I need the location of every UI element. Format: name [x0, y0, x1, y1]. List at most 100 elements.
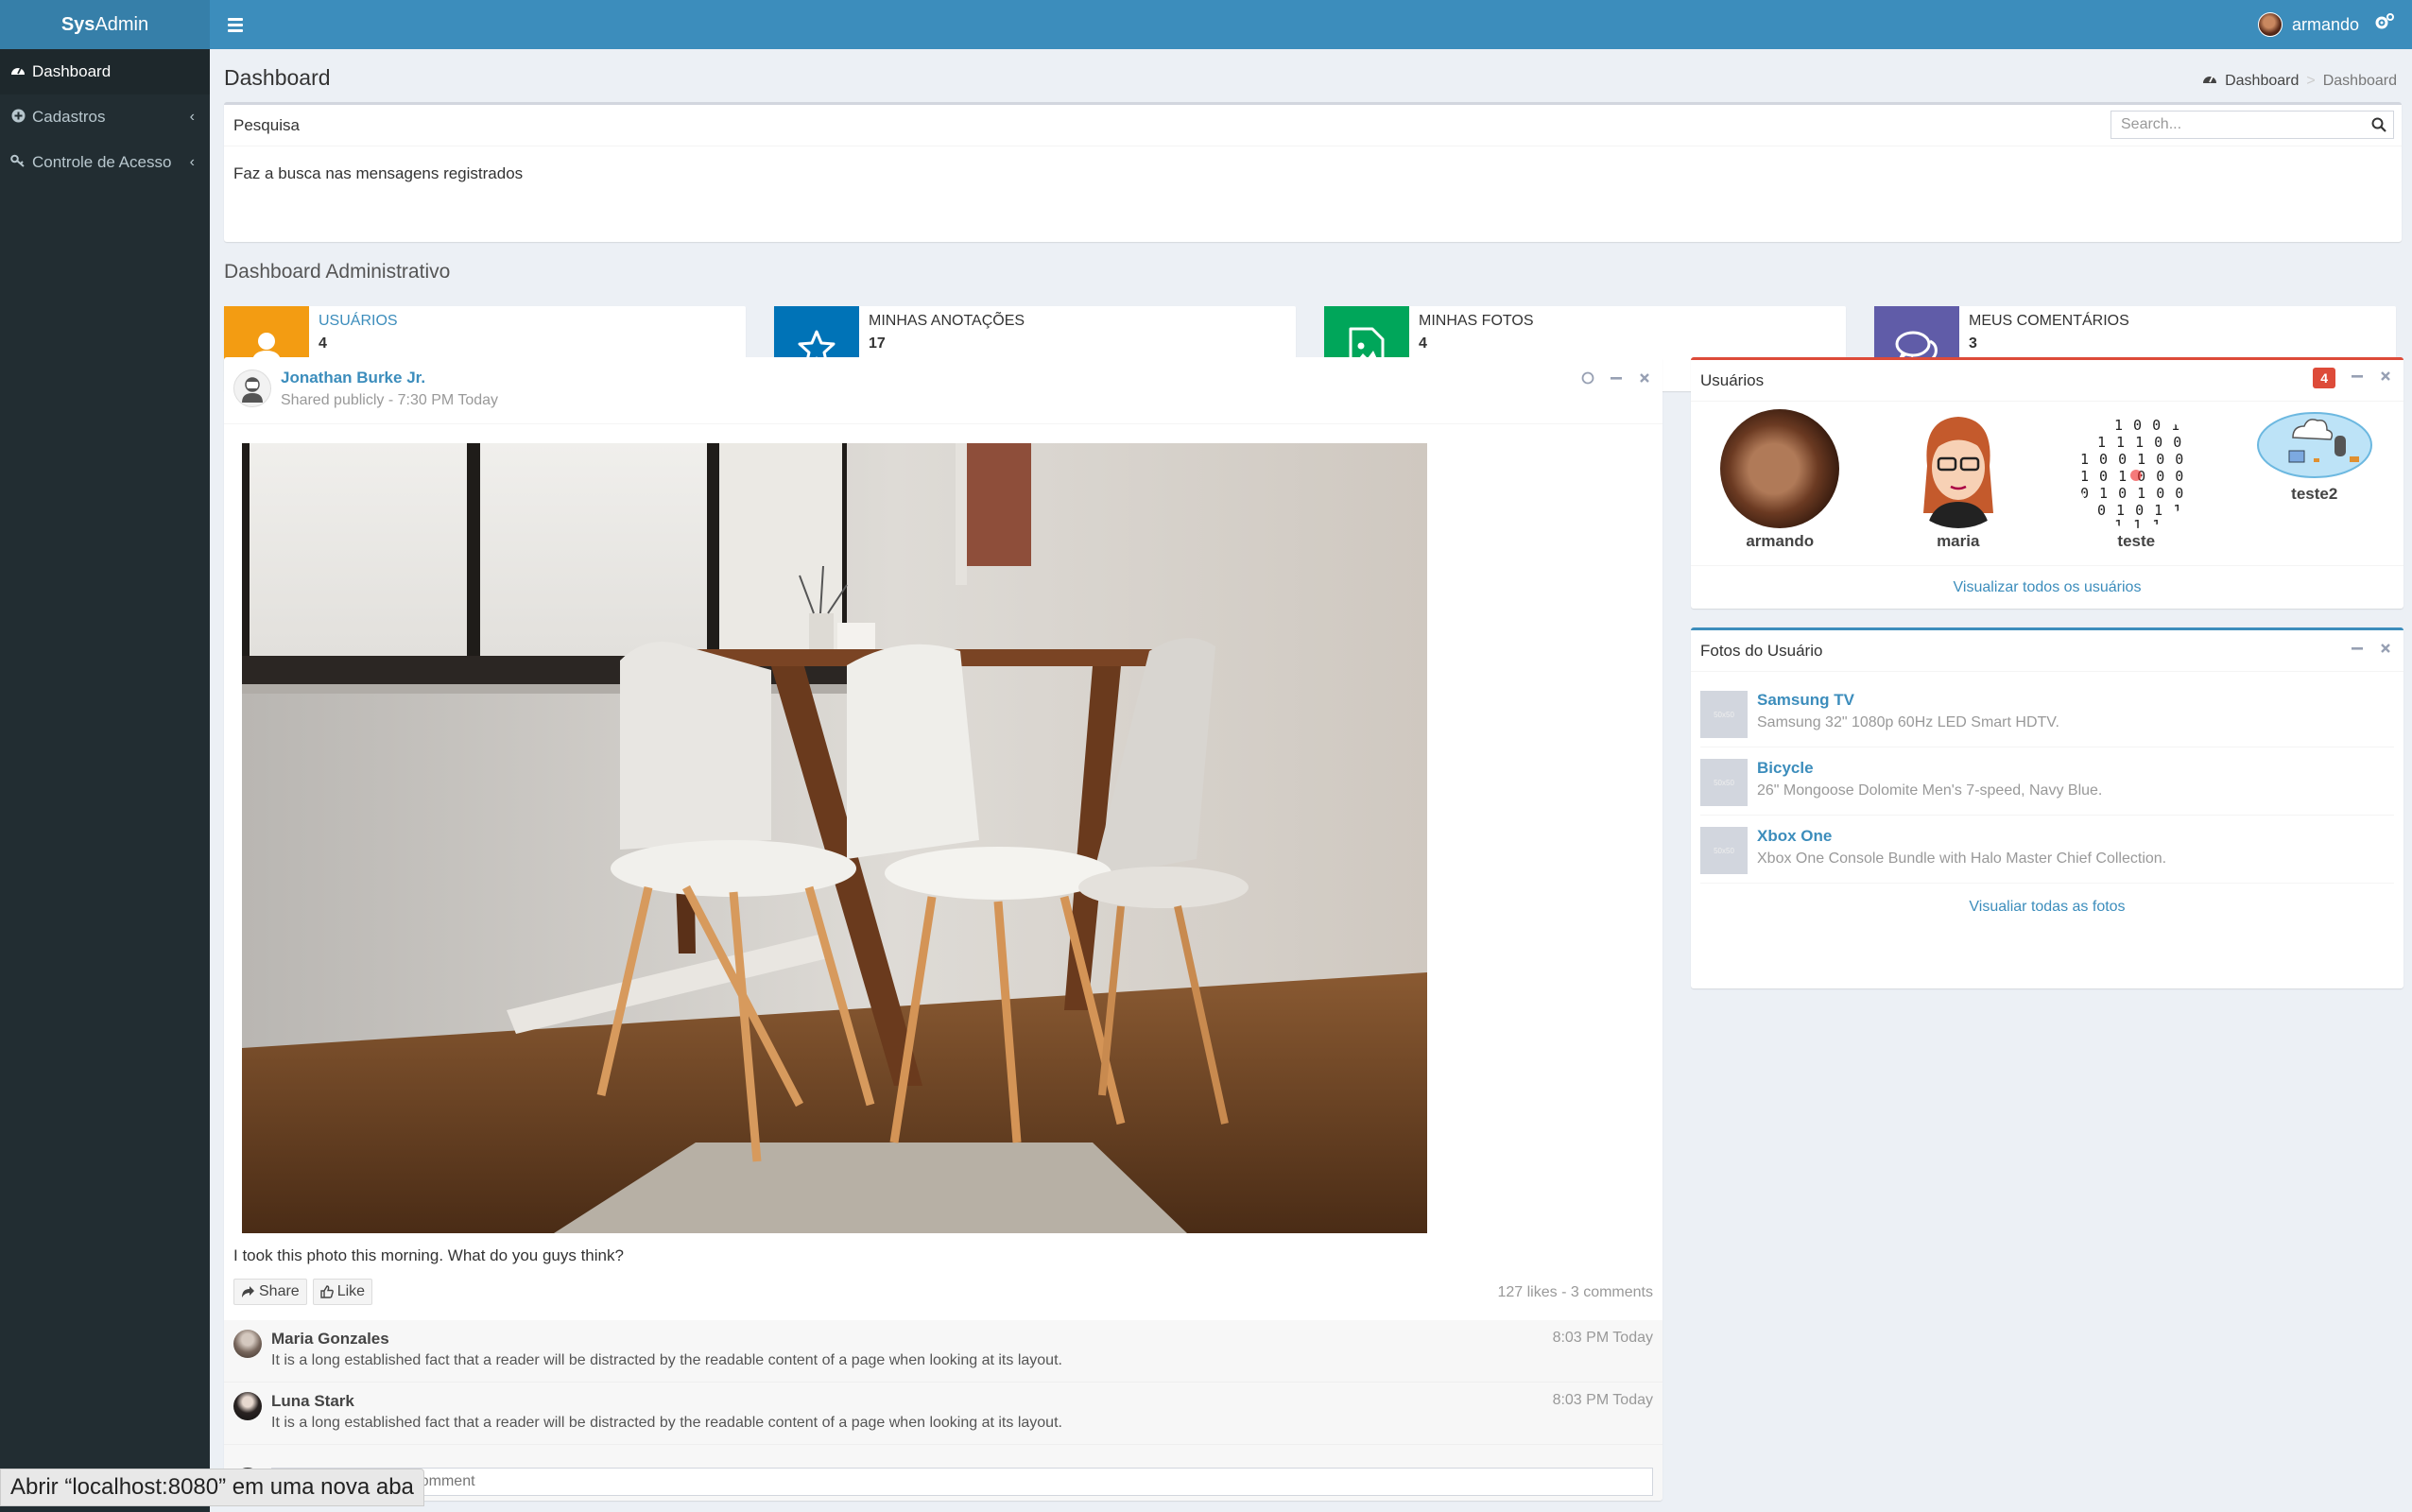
- users-box-title: Usuários: [1700, 370, 1765, 389]
- view-all-users-link[interactable]: Visualizar todos os usuários: [1691, 566, 2403, 596]
- view-all-photos-link[interactable]: Visualiar todas as fotos: [1691, 884, 2403, 916]
- user-card[interactable]: teste2: [2226, 402, 2404, 565]
- mark-read-icon[interactable]: [1581, 371, 1594, 389]
- share-label: Share: [259, 1283, 300, 1299]
- search-icon[interactable]: [2365, 112, 2393, 138]
- comment-input[interactable]: [271, 1468, 1653, 1496]
- logo[interactable]: Sys Admin: [0, 0, 210, 49]
- product-description: Samsung 32" 1080p 60Hz LED Smart HDTV.: [1757, 714, 2059, 730]
- logo-rest: Admin: [95, 13, 149, 35]
- chevron-left-icon: ‹: [189, 154, 195, 170]
- info-box-label[interactable]: USUÁRIOS: [319, 312, 398, 330]
- post-text: I took this photo this morning. What do …: [233, 1246, 624, 1264]
- search-box-title: Pesquisa: [233, 115, 300, 134]
- like-button[interactable]: Like: [312, 1279, 373, 1305]
- search-description: Faz a busca nas mensagens registrados: [233, 164, 524, 182]
- list-item: 50x50 Bicycle 26" Mongoose Dolomite Men'…: [1700, 747, 2394, 816]
- top-navbar: armando: [210, 0, 2412, 49]
- gears-icon[interactable]: [2374, 12, 2395, 37]
- thumbs-up-icon: [320, 1285, 334, 1298]
- post-box: Jonathan Burke Jr. Shared publicly - 7:3…: [224, 357, 1663, 1501]
- user-card[interactable]: maria: [1869, 402, 2048, 565]
- sidebar-item-label: Cadastros: [32, 108, 106, 126]
- users-box-tools: 4: [2313, 368, 2392, 388]
- minimize-icon[interactable]: [2351, 642, 2364, 660]
- sidebar-item-label: Controle de Acesso: [32, 153, 172, 171]
- image-placeholder-icon: 50x50: [1700, 691, 1748, 738]
- sidebar: Dashboard Cadastros ‹ Controle de Acesso…: [0, 49, 210, 1512]
- post-header: Jonathan Burke Jr. Shared publicly - 7:3…: [224, 360, 1663, 424]
- product-description: 26" Mongoose Dolomite Men's 7-speed, Nav…: [1757, 782, 2103, 799]
- photos-box-tools: [2351, 642, 2392, 660]
- close-icon[interactable]: [2379, 642, 2392, 660]
- comment-time: 8:03 PM Today: [1552, 1392, 1653, 1408]
- info-box-label: MEUS COMENTÁRIOS: [1969, 313, 2129, 329]
- breadcrumb-link[interactable]: Dashboard: [2225, 73, 2299, 90]
- share-button[interactable]: Share: [233, 1279, 307, 1305]
- avatar: [2257, 12, 2283, 37]
- comments-list: Maria Gonzales 8:03 PM Today It is a lon…: [224, 1320, 1663, 1501]
- menu-toggle-icon[interactable]: [223, 12, 248, 38]
- product-title[interactable]: Samsung TV: [1757, 691, 1854, 710]
- user-menu[interactable]: armando: [2257, 12, 2359, 37]
- search-box: Pesquisa Faz a busca nas mensagens regis…: [224, 102, 2402, 242]
- post-photo: [242, 443, 1427, 1233]
- content-wrapper: Dashboard Dashboard > Dashboard Pesquisa…: [210, 49, 2412, 1512]
- avatar: [1720, 409, 1840, 528]
- list-item: 50x50 Samsung TV Samsung 32" 1080p 60Hz …: [1700, 679, 2394, 747]
- comment-text: It is a long established fact that a rea…: [271, 1352, 1062, 1368]
- user-name: teste: [2117, 532, 2156, 550]
- product-title[interactable]: Xbox One: [1757, 827, 1832, 846]
- breadcrumb: Dashboard > Dashboard: [2202, 72, 2397, 90]
- post-meta: Shared publicly - 7:30 PM Today: [281, 392, 499, 408]
- sidebar-item-label: Dashboard: [32, 62, 112, 80]
- section-title: Dashboard Administrativo: [224, 261, 451, 283]
- dashboard-icon: [9, 63, 26, 80]
- close-icon[interactable]: [1638, 371, 1651, 389]
- info-box-number: 3: [1969, 335, 1977, 352]
- photos-box: Fotos do Usuário 50x50 Samsung TV Samsun…: [1691, 627, 2403, 988]
- avatar: [233, 1330, 262, 1358]
- share-icon: [242, 1285, 254, 1297]
- minimize-icon[interactable]: [1610, 371, 1623, 389]
- product-description: Xbox One Console Bundle with Halo Master…: [1757, 850, 2167, 867]
- info-box-label: MINHAS FOTOS: [1419, 313, 1534, 329]
- comment: Maria Gonzales 8:03 PM Today It is a lon…: [224, 1320, 1663, 1383]
- search-input[interactable]: [2111, 112, 2365, 138]
- chevron-left-icon: ‹: [189, 109, 195, 125]
- list-item: 50x50 Xbox One Xbox One Console Bundle w…: [1700, 816, 2394, 884]
- info-box-label: MINHAS ANOTAÇÕES: [869, 313, 1025, 329]
- sidebar-item-controle-de-acesso[interactable]: Controle de Acesso ‹: [0, 140, 210, 185]
- key-icon: [9, 154, 26, 171]
- avatar: [2255, 409, 2374, 481]
- user-card[interactable]: armando: [1691, 402, 1869, 565]
- close-icon[interactable]: [2379, 369, 2392, 387]
- user-name: armando: [1746, 532, 1815, 550]
- avatar: 1 0 0 1 11 1 1 0 0 1 01 0 0 1 0 0 1 1 11…: [2076, 409, 2197, 528]
- info-box-number: 4: [319, 335, 327, 352]
- product-list: 50x50 Samsung TV Samsung 32" 1080p 60Hz …: [1691, 672, 2403, 884]
- comment-time: 8:03 PM Today: [1552, 1330, 1653, 1346]
- breadcrumb-current: Dashboard: [2322, 72, 2397, 89]
- product-title[interactable]: Bicycle: [1757, 759, 1814, 778]
- avatar: [233, 1392, 262, 1420]
- comment: Luna Stark 8:03 PM Today It is a long es…: [224, 1383, 1663, 1445]
- user-card[interactable]: 1 0 0 1 11 1 1 0 0 1 01 0 0 1 0 0 1 1 11…: [2047, 402, 2226, 565]
- sidebar-item-cadastros[interactable]: Cadastros ‹: [0, 94, 210, 140]
- browser-status-bar: Abrir “localhost:8080” em uma nova aba: [0, 1469, 424, 1506]
- comment-author: Luna Stark: [271, 1392, 354, 1410]
- search-box-header: Pesquisa: [224, 105, 2402, 146]
- photos-box-header: Fotos do Usuário: [1691, 630, 2403, 672]
- image-placeholder-icon: 50x50: [1700, 759, 1748, 806]
- users-grid: armando maria 1 0 0 1 11 1 1 0 0 1 01 0 …: [1691, 402, 2403, 566]
- like-label: Like: [336, 1283, 366, 1299]
- minimize-icon[interactable]: [2351, 369, 2364, 387]
- image-placeholder-icon: 50x50: [1700, 827, 1748, 874]
- users-box: Usuários 4 armando maria 1 0 0 1 11 1 1 …: [1691, 357, 2403, 609]
- sidebar-item-dashboard[interactable]: Dashboard: [0, 49, 210, 94]
- info-box-number: 17: [869, 335, 886, 352]
- post-author[interactable]: Jonathan Burke Jr.: [281, 369, 425, 387]
- search-field: [2110, 111, 2394, 139]
- comment-text: It is a long established fact that a rea…: [271, 1415, 1062, 1431]
- logo-bold: Sys: [60, 13, 95, 35]
